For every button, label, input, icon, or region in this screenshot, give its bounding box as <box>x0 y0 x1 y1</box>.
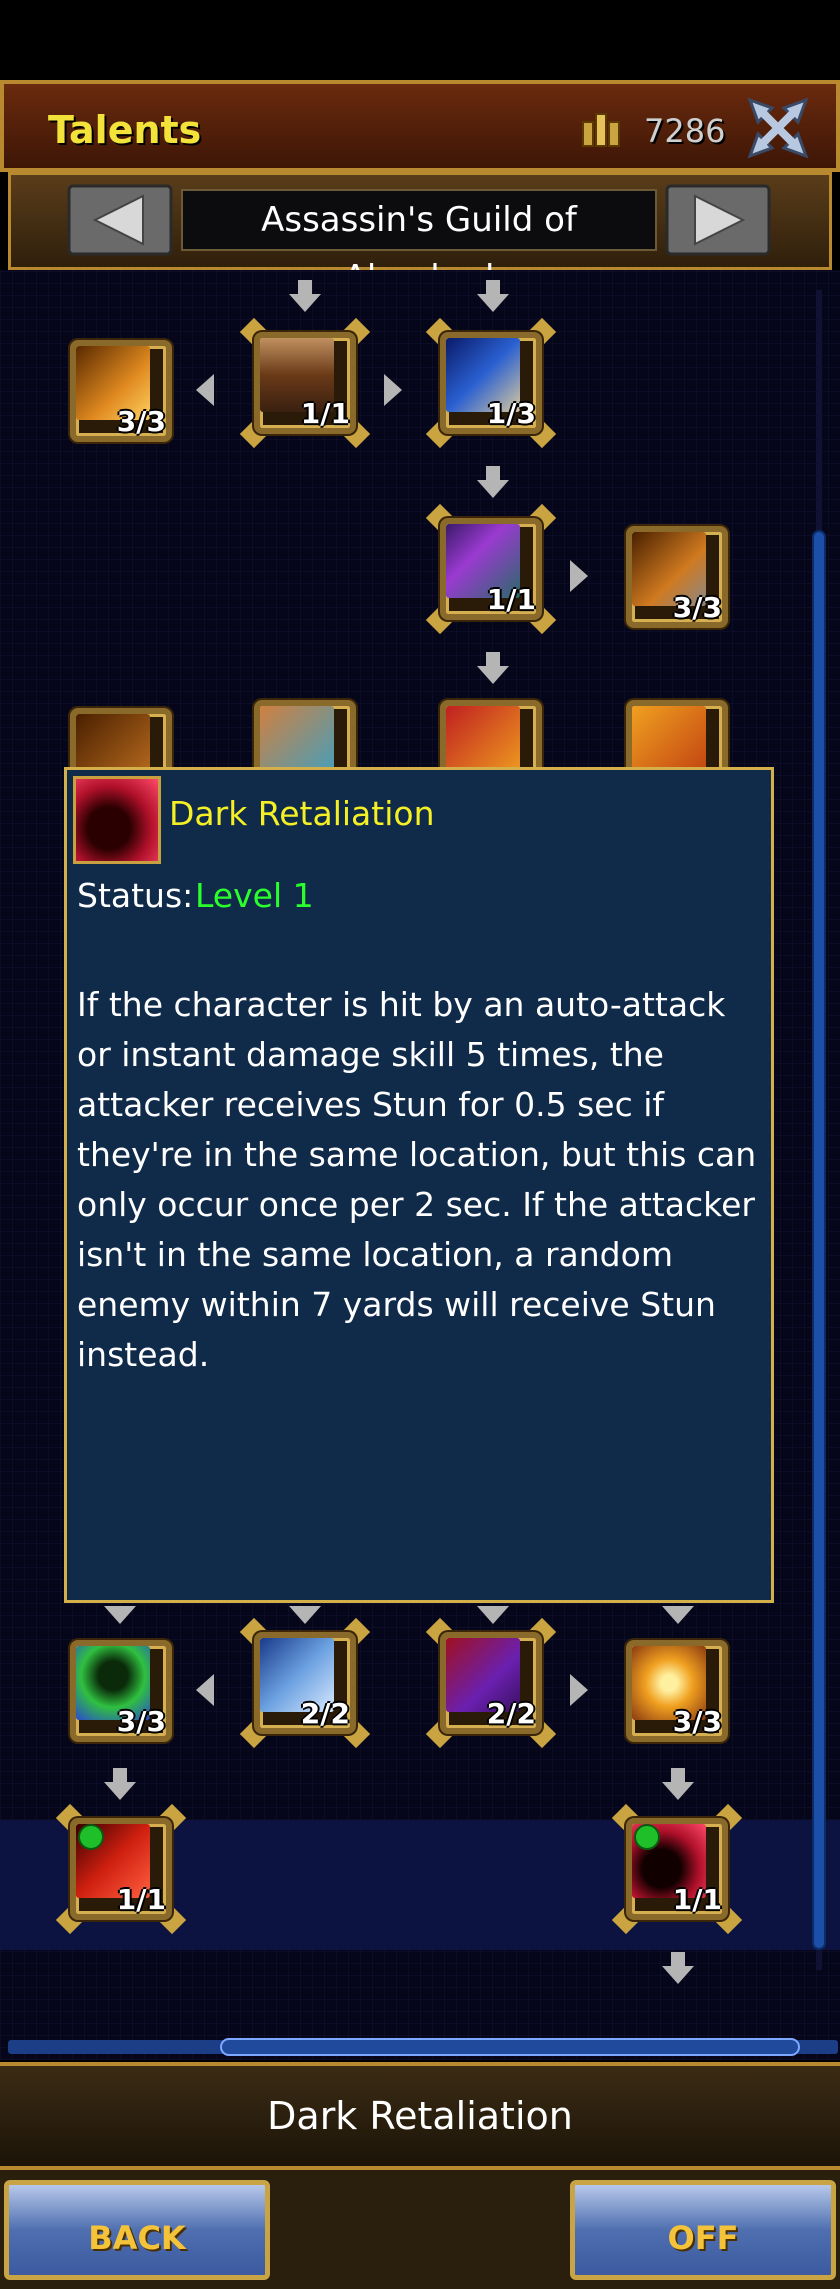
gold-icon <box>582 113 620 147</box>
close-icon[interactable] <box>744 94 812 162</box>
selected-talent-name: Dark Retaliation <box>267 2094 573 2138</box>
talent-node[interactable]: 1/1 <box>425 503 557 635</box>
talent-node[interactable]: 2/2 <box>425 1617 557 1749</box>
talent-node[interactable]: 3/3 <box>62 1632 180 1750</box>
arrow-down-icon <box>104 1782 136 1800</box>
arrow-left-icon <box>196 1674 214 1706</box>
arrow-down-icon <box>289 294 321 312</box>
page-title: Talents <box>48 108 202 152</box>
talent-node[interactable]: 3/3 <box>62 332 180 450</box>
arrow-down-icon <box>289 1606 321 1624</box>
talent-node[interactable]: 3/3 <box>618 1632 736 1750</box>
talent-node[interactable]: 1/1 <box>239 317 371 449</box>
arrow-down-icon <box>662 1966 694 1984</box>
arrow-right-icon <box>570 1674 588 1706</box>
arrow-down-icon <box>477 480 509 498</box>
talent-node[interactable]: 2/2 <box>239 1617 371 1749</box>
footer: BACK OFF <box>0 2170 840 2289</box>
tree-selector: Assassin's Guild of Almahad <box>8 172 832 298</box>
arrow-right-icon <box>570 560 588 592</box>
arrow-down-icon <box>113 1768 127 1782</box>
vertical-scrollbar[interactable] <box>812 530 826 1950</box>
arrow-down-icon <box>104 1606 136 1624</box>
selected-talent-bar: Dark Retaliation <box>0 2062 840 2170</box>
arrow-down-icon <box>477 294 509 312</box>
status-label: Status: <box>77 876 194 915</box>
arrow-down-icon <box>662 1782 694 1800</box>
back-button[interactable]: BACK <box>4 2180 270 2280</box>
talent-node-selected[interactable]: 1/1 <box>611 1803 743 1935</box>
off-button[interactable]: OFF <box>570 2180 836 2280</box>
title-bar: Talents 7286 <box>0 80 840 172</box>
off-button-label: OFF <box>667 2219 739 2257</box>
arrow-down-icon <box>671 1952 685 1966</box>
tooltip-talent-name: Dark Retaliation <box>169 794 435 833</box>
talent-node[interactable]: 1/3 <box>425 317 557 449</box>
talent-node[interactable]: 3/3 <box>618 518 736 636</box>
arrow-down-icon <box>486 652 500 666</box>
active-gem-icon <box>634 1824 660 1850</box>
next-tree-button[interactable] <box>665 184 771 256</box>
arrow-down-icon <box>662 1606 694 1624</box>
arrow-down-icon <box>671 1768 685 1782</box>
active-gem-icon <box>78 1824 104 1850</box>
arrow-down-icon <box>298 280 312 294</box>
prev-tree-button[interactable] <box>67 184 173 256</box>
arrow-left-icon <box>196 374 214 406</box>
gold-count: 7286 <box>644 112 726 150</box>
arrow-right-icon <box>384 374 402 406</box>
talent-icon <box>73 776 161 864</box>
horizontal-scrollbar[interactable] <box>220 2038 800 2056</box>
arrow-down-icon <box>477 1606 509 1624</box>
status-value: Level 1 <box>195 876 314 915</box>
arrow-down-icon <box>486 280 500 294</box>
back-button-label: BACK <box>88 2219 186 2257</box>
talent-tooltip: Dark Retaliation Status: Level 1 If the … <box>64 767 774 1603</box>
arrow-down-icon <box>477 666 509 684</box>
tree-name-box: Assassin's Guild of Almahad <box>181 189 657 298</box>
talent-node[interactable]: 1/1 <box>55 1803 187 1935</box>
tooltip-description: If the character is hit by an auto-attac… <box>77 985 757 1374</box>
arrow-down-icon <box>486 466 500 480</box>
